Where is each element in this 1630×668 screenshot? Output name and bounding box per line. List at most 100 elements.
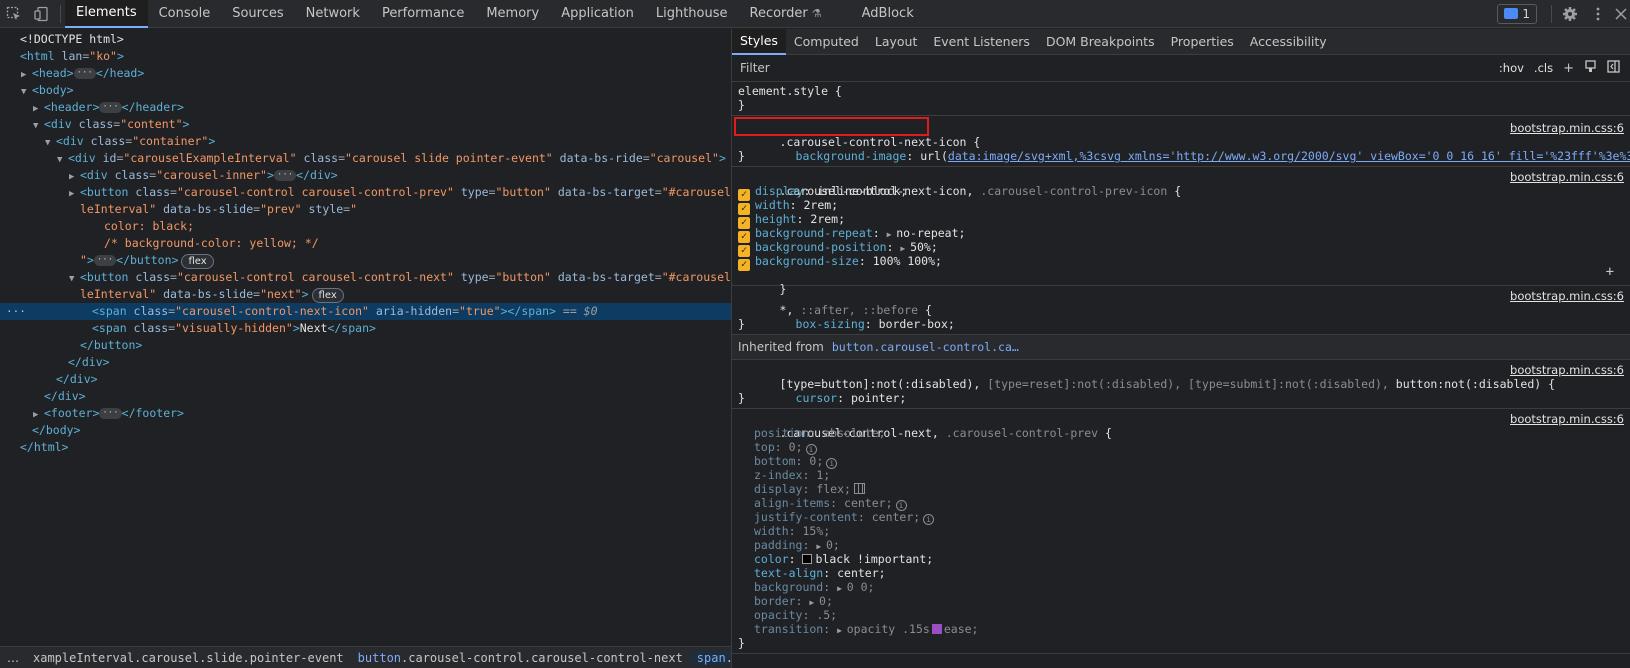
dom-node-line[interactable]: ▶ <head> ··· </head> — [0, 65, 731, 82]
style-rule-next-prev-icon[interactable]: .carousel-control-next-icon, .carousel-c… — [732, 167, 1630, 296]
flexbox-editor-icon[interactable] — [853, 483, 865, 494]
expand-shorthand-icon[interactable]: ▶ — [837, 584, 847, 593]
css-property-name[interactable]: background-image — [796, 149, 907, 163]
css-property-name[interactable]: bottom — [754, 454, 796, 468]
css-declaration[interactable]: text-align: center; — [738, 566, 1624, 580]
more-options-icon[interactable] — [1584, 0, 1612, 28]
dom-node-line[interactable]: ▼ <body> — [0, 82, 731, 99]
tab-elements[interactable]: Elements — [65, 0, 148, 28]
dom-node-line[interactable]: </div> — [0, 388, 731, 405]
dom-node-line[interactable]: <html lan="ko"> — [0, 48, 731, 65]
styles-filter-input[interactable] — [740, 61, 1440, 75]
css-property-value[interactable]: 0 0; — [847, 580, 875, 594]
css-declaration[interactable]: width: 15%; — [738, 524, 1624, 538]
subtab-accessibility[interactable]: Accessibility — [1242, 29, 1335, 55]
css-declaration[interactable]: ✓ background-repeat: ▶ no-repeat; — [738, 226, 1624, 243]
css-property-value[interactable]: no-repeat; — [896, 226, 965, 240]
easing-editor-icon[interactable] — [931, 624, 942, 634]
info-icon[interactable]: i — [923, 514, 935, 525]
css-url-link[interactable]: data:image/svg+xml,%3csvg xmlns='http://… — [948, 149, 1630, 163]
dom-node-line[interactable]: ▶ <header> ··· </header> — [0, 99, 731, 116]
css-declaration[interactable]: ✓ width: 2rem; — [738, 198, 1624, 215]
css-property-name[interactable]: transition — [754, 622, 823, 636]
css-declaration[interactable]: color: black !important; — [738, 552, 1624, 566]
css-property-value[interactable]: 100% 100%; — [873, 254, 942, 268]
css-property-name[interactable]: background — [754, 580, 823, 594]
css-declaration[interactable]: top: 0; i — [738, 440, 1624, 455]
expand-shorthand-icon[interactable]: ▶ — [900, 244, 910, 253]
css-property-value[interactable]: ease; — [944, 622, 979, 636]
element-style-rule[interactable]: element.style { } — [732, 82, 1630, 116]
css-property-name[interactable]: display — [754, 482, 802, 496]
css-property-value[interactable]: 50%; — [910, 240, 938, 254]
collapsed-content-ellipsis[interactable]: ··· — [73, 68, 96, 79]
style-rule-next-icon[interactable]: .carousel-control-next-icon { bootstrap.… — [732, 116, 1630, 167]
breadcrumb-item[interactable]: span.carousel-control-next-icon — [689, 650, 731, 665]
css-property-value[interactable]: black !important; — [815, 552, 933, 566]
css-declaration[interactable]: background: ▶ 0 0; — [738, 580, 1624, 594]
css-property-name[interactable]: z-index — [754, 468, 802, 482]
dom-node-line[interactable]: leInterval" data-bs-slide="prev" style=" — [0, 201, 731, 218]
css-declaration[interactable]: z-index: 1; — [738, 468, 1624, 482]
dom-node-line[interactable]: leInterval" data-bs-slide="next"> flex — [0, 286, 731, 303]
expand-shorthand-icon[interactable]: ▶ — [809, 598, 819, 607]
css-property-value[interactable]: pointer; — [851, 391, 906, 405]
toggle-sidebar-icon[interactable] — [1607, 59, 1620, 77]
dom-node-line[interactable]: "> ··· </button> flex — [0, 252, 731, 269]
css-declaration[interactable]: transition: ▶ opacity .15s ease; — [738, 622, 1624, 636]
dom-node-line[interactable]: ▼ <div id="carouselExampleInterval" class… — [0, 150, 731, 167]
cls-toggle[interactable]: .cls — [1534, 61, 1553, 75]
new-style-rule-icon[interactable]: + — [1563, 61, 1574, 76]
collapsed-content-ellipsis[interactable]: ··· — [93, 255, 117, 266]
dom-node-line[interactable]: ▼ <button class="carousel-control carouse… — [0, 269, 731, 286]
device-toolbar-icon[interactable] — [28, 0, 56, 28]
css-property-name[interactable]: width — [755, 198, 790, 212]
css-property-value[interactable]: flex; — [816, 482, 851, 496]
settings-gear-icon[interactable] — [1556, 0, 1584, 28]
tab-recorder[interactable]: Recorder ⚗ — [739, 0, 833, 28]
css-property-name[interactable]: padding — [754, 538, 802, 552]
source-link[interactable]: bootstrap.min.css:6 — [1510, 170, 1624, 184]
css-property-name[interactable]: border — [754, 594, 796, 608]
css-property-name[interactable]: background-position — [755, 240, 887, 254]
css-declaration[interactable]: ✓ height: 2rem; — [738, 212, 1624, 229]
subtab-properties[interactable]: Properties — [1163, 29, 1242, 55]
expand-shorthand-icon[interactable]: ▶ — [816, 542, 826, 551]
color-swatch[interactable] — [802, 554, 813, 564]
css-property-value[interactable]: 1; — [816, 468, 830, 482]
subtab-computed[interactable]: Computed — [786, 29, 867, 55]
hov-toggle[interactable]: :hov — [1499, 61, 1524, 75]
css-declaration[interactable]: align-items: center; i — [738, 496, 1624, 511]
style-rule-control-next-prev[interactable]: .carousel-control-next, .carousel-contro… — [732, 409, 1630, 654]
css-declaration[interactable]: padding: ▶ 0; — [738, 538, 1624, 552]
source-link[interactable]: bootstrap.min.css:6 — [1510, 412, 1624, 426]
css-declaration[interactable]: border: ▶ 0; — [738, 594, 1624, 608]
subtab-event-listeners[interactable]: Event Listeners — [925, 29, 1038, 55]
css-property-name[interactable]: background-repeat — [755, 226, 873, 240]
css-property-name[interactable]: color — [754, 552, 789, 566]
dom-node-line[interactable]: </div> — [0, 371, 731, 388]
dom-node-line[interactable]: ▼ <div class="content"> — [0, 116, 731, 133]
css-property-value[interactable]: 15%; — [802, 524, 830, 538]
close-devtools-icon[interactable] — [1612, 0, 1630, 28]
dom-node-line[interactable]: ▶ <footer> ··· </footer> — [0, 405, 731, 422]
inspect-element-icon[interactable] — [0, 0, 28, 28]
expand-shorthand-icon[interactable]: ▶ — [887, 230, 897, 239]
rendering-emulation-icon[interactable] — [1584, 59, 1597, 77]
css-property-name[interactable]: cursor — [796, 391, 838, 405]
dom-node-line[interactable]: </body> — [0, 422, 731, 439]
collapsed-content-ellipsis[interactable]: ··· — [99, 102, 122, 113]
source-link[interactable]: bootstrap.min.css:6 — [1510, 363, 1624, 377]
breadcrumb-item[interactable]: button.carousel-control.carousel-control… — [351, 651, 690, 665]
flex-badge[interactable]: flex — [181, 254, 214, 269]
css-property-name[interactable]: align-items — [754, 496, 830, 510]
css-property-name[interactable]: justify-content — [754, 510, 858, 524]
node-actions-ellipsis-icon[interactable]: ··· — [6, 303, 26, 320]
css-property-value[interactable]: center; — [872, 510, 920, 524]
css-property-value[interactable]: 0; — [809, 454, 823, 468]
css-property-value[interactable]: center; — [844, 496, 892, 510]
css-property-value[interactable]: border-box; — [879, 317, 955, 331]
breadcrumb-more[interactable]: … — [0, 651, 26, 665]
subtab-dom-breakpoints[interactable]: DOM Breakpoints — [1038, 29, 1163, 55]
tab-adblock[interactable]: AdBlock — [851, 0, 925, 28]
